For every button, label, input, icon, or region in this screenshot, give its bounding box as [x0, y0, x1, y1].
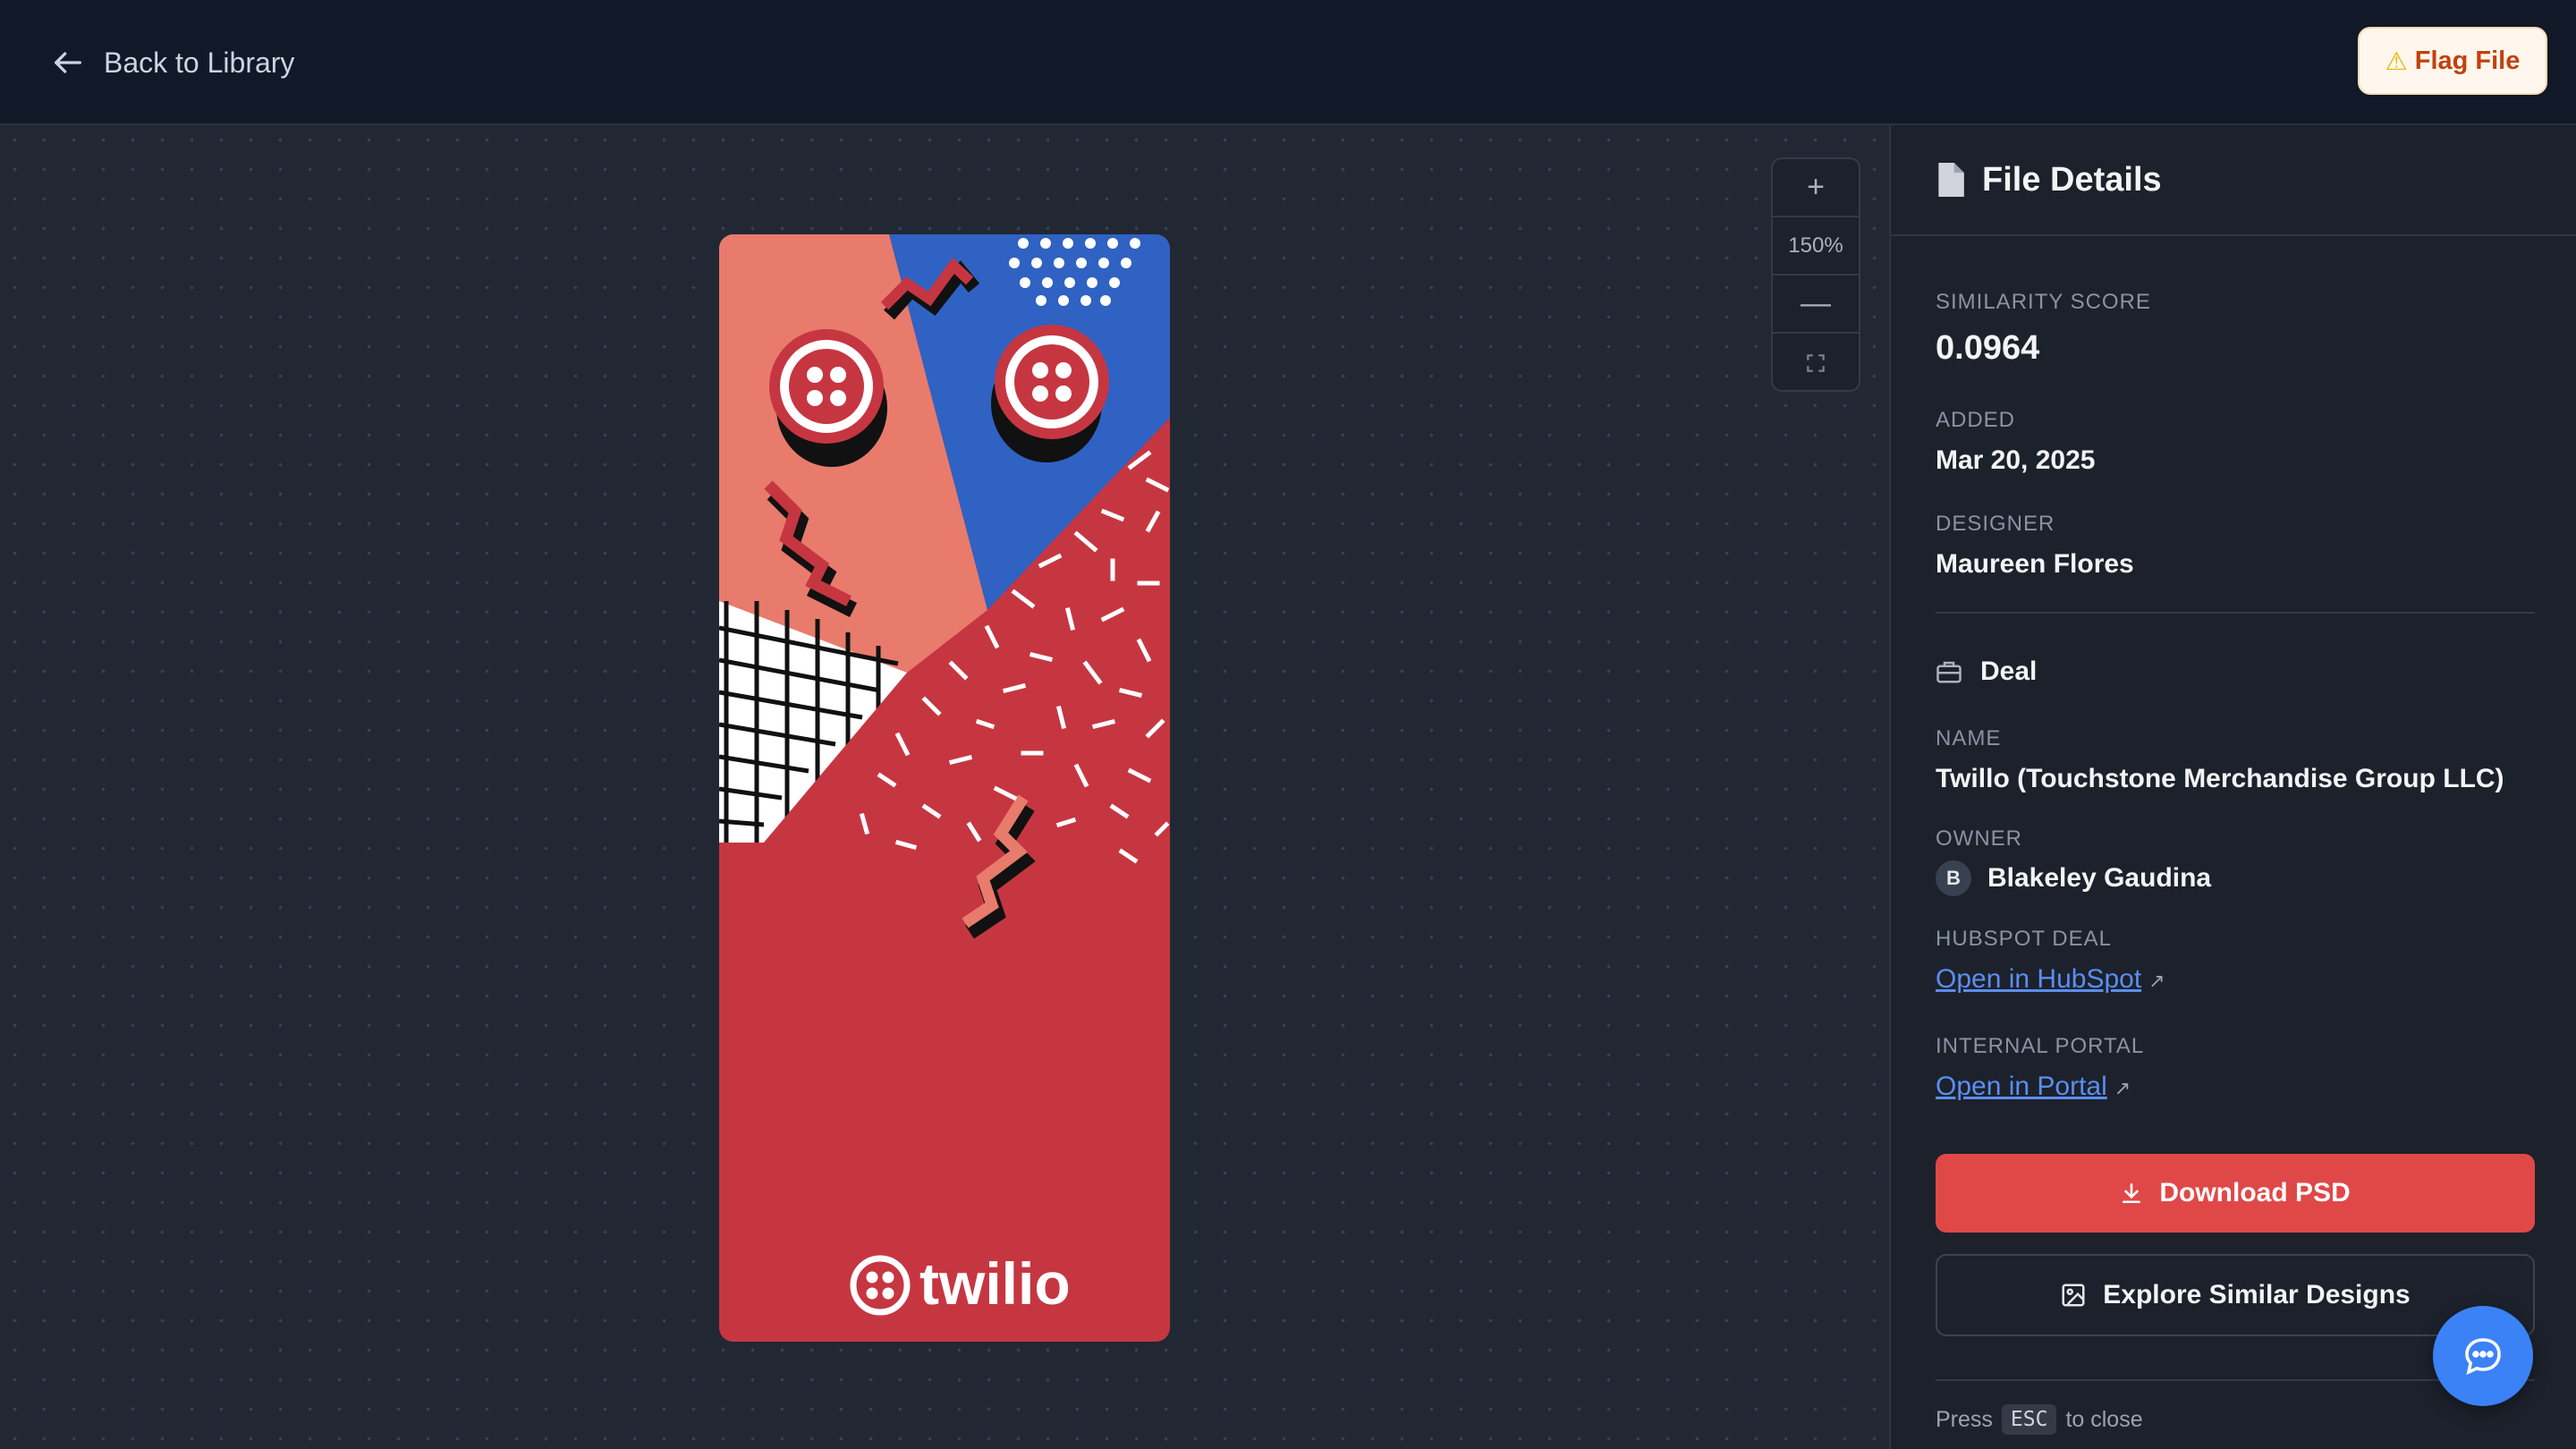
chat-bubble-icon: [2465, 1338, 2501, 1376]
added-value: Mar 20, 2025: [1936, 445, 2096, 475]
similarity-value: 0.0964: [1936, 329, 2040, 367]
download-label: Download PSD: [2159, 1178, 2351, 1208]
flag-file-button[interactable]: ⚠ Flag File: [2358, 27, 2547, 95]
hubspot-link[interactable]: Open in HubSpot: [1936, 964, 2141, 994]
arrow-left-icon: [55, 52, 82, 73]
image-icon: [2062, 1284, 2085, 1307]
twilio-wordmark: twilio: [919, 1250, 1071, 1317]
similarity-label: Similarity Score: [1936, 290, 2151, 314]
briefcase-icon: [1936, 661, 1962, 683]
back-to-library-button[interactable]: Back to Library: [50, 38, 294, 88]
portal-link[interactable]: Open in Portal: [1936, 1072, 2107, 1101]
zoom-in-button[interactable]: +: [1773, 159, 1859, 217]
top-bar: Back to Library ⚠ Flag File: [0, 0, 2576, 125]
design-preview-image: twilio: [719, 234, 1170, 1342]
explore-label: Explore Similar Designs: [2103, 1280, 2411, 1309]
panel-title: File Details: [1982, 160, 2162, 199]
hubspot-link-row: Open in HubSpot ↗: [1936, 964, 2165, 995]
added-label: Added: [1936, 408, 2016, 432]
zoom-controls: + 150% —: [1771, 157, 1860, 392]
file-icon: [1938, 163, 1964, 197]
external-link-icon: ↗: [2148, 970, 2165, 992]
download-icon: [2123, 1182, 2141, 1204]
name-label: Name: [1936, 726, 2002, 750]
hint-press: Press: [1936, 1406, 1993, 1432]
owner-row: B Blakeley Gaudina: [1936, 860, 2211, 896]
designer-label: Designer: [1936, 512, 2055, 536]
download-psd-button[interactable]: Download PSD: [1936, 1154, 2535, 1233]
panel-header: File Details: [1891, 125, 2576, 236]
expand-icon: [1807, 353, 1825, 372]
hubspot-label: HubSpot Deal: [1936, 927, 2112, 951]
portal-link-row: Open in Portal ↗: [1936, 1072, 2131, 1102]
warning-icon: ⚠: [2385, 47, 2408, 75]
designer-value: Maureen Flores: [1936, 549, 2134, 579]
esc-key: ESC: [2001, 1404, 2057, 1435]
avatar: B: [1936, 860, 1971, 896]
esc-hint: Press ESC to close: [1936, 1404, 2143, 1435]
hint-rest: to close: [2065, 1406, 2143, 1432]
back-label: Back to Library: [104, 46, 295, 79]
deal-name-value: Twillo (Touchstone Merchandise Group LLC…: [1936, 764, 2504, 793]
owner-value: Blakeley Gaudina: [1987, 863, 2212, 893]
chat-button[interactable]: [2433, 1306, 2533, 1406]
section-divider: [1936, 612, 2535, 614]
deal-heading: Deal: [1936, 657, 2037, 687]
flag-label: Flag File: [2414, 46, 2521, 75]
deal-heading-label: Deal: [1980, 657, 2038, 686]
zoom-level: 150%: [1773, 217, 1859, 275]
owner-label: Owner: [1936, 826, 2022, 851]
fit-screen-button[interactable]: [1773, 334, 1859, 392]
external-link-icon: ↗: [2114, 1077, 2131, 1099]
file-details-panel: File Details Similarity Score 0.0964 Add…: [1889, 125, 2576, 1449]
portal-label: Internal Portal: [1936, 1034, 2145, 1058]
zoom-out-button[interactable]: —: [1773, 275, 1859, 334]
